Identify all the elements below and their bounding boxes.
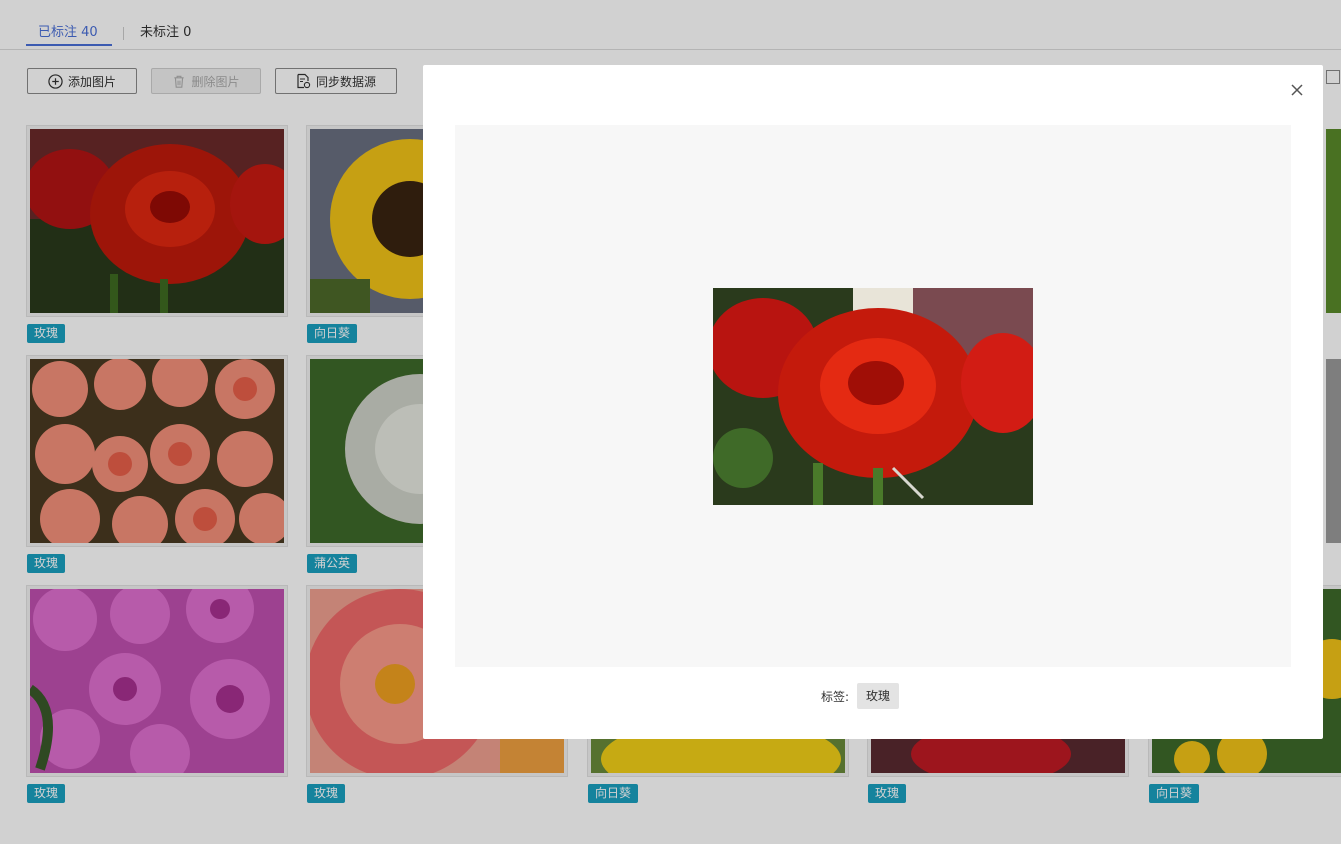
preview-image [713,288,1033,505]
label-chip[interactable]: 玫瑰 [857,683,900,709]
close-icon[interactable] [1289,82,1305,98]
preview-area [455,125,1291,667]
label-row: 标签: 玫瑰 [821,683,900,709]
label-key: 标签: [821,689,850,704]
image-preview-dialog: 标签: 玫瑰 [423,65,1323,739]
